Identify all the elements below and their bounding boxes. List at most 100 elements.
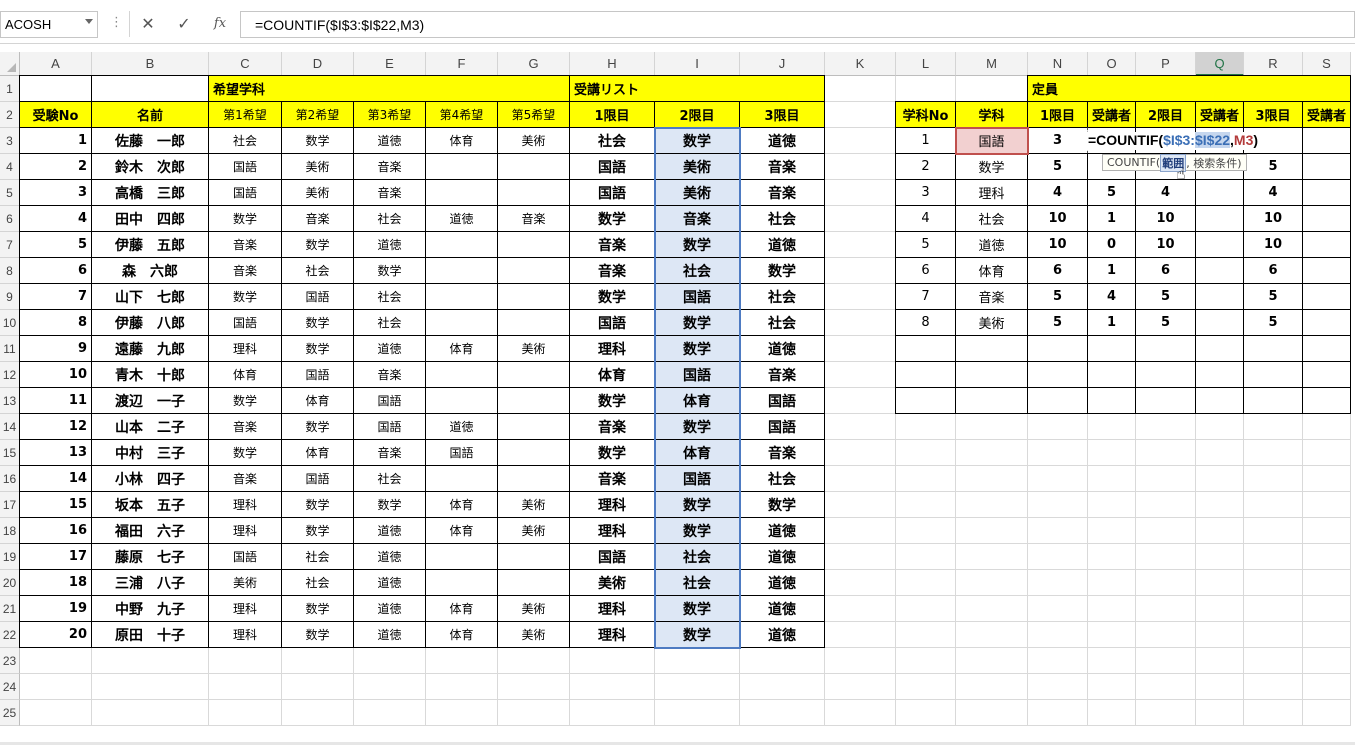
grid-cell[interactable] <box>570 700 655 726</box>
table1-cell[interactable]: 体育 <box>569 361 655 388</box>
table1-cell[interactable]: 社会 <box>208 127 282 154</box>
table2-cell[interactable] <box>1195 205 1244 232</box>
table1-cell[interactable]: 数学 <box>739 491 825 518</box>
grid-cell[interactable] <box>896 76 956 102</box>
grid-cell[interactable] <box>825 362 896 388</box>
table1-cell[interactable]: 小林 四子 <box>91 465 209 492</box>
table2-column-header[interactable]: 2限目 <box>1135 101 1196 128</box>
grid-cell[interactable] <box>1244 674 1303 700</box>
grid-cell[interactable] <box>1028 622 1088 648</box>
grid-cell[interactable] <box>426 648 498 674</box>
table2-cell[interactable]: 理科 <box>955 179 1028 206</box>
grid-cell[interactable] <box>825 180 896 206</box>
table1-cell[interactable]: 体育 <box>425 595 498 622</box>
grid-cell[interactable] <box>825 414 896 440</box>
table1-cell[interactable]: 8 <box>19 309 92 336</box>
table1-cell[interactable]: 社会 <box>739 465 825 492</box>
grid-cell[interactable] <box>1136 700 1196 726</box>
row-header-23[interactable]: 23 <box>0 648 20 674</box>
grid-cell[interactable] <box>1303 518 1351 544</box>
grid-cell[interactable] <box>1028 466 1088 492</box>
table1-cell[interactable] <box>425 361 498 388</box>
grid-cell[interactable] <box>1136 596 1196 622</box>
table1-cell[interactable]: 3 <box>19 179 92 206</box>
grid-cell[interactable] <box>1244 596 1303 622</box>
table1-cell[interactable]: 9 <box>19 335 92 362</box>
table2-column-header[interactable]: 受講者 <box>1302 101 1351 128</box>
table2-empty-cell[interactable] <box>1243 335 1303 362</box>
table1-cell[interactable]: 山本 二子 <box>91 413 209 440</box>
table1-cell[interactable]: 国語 <box>208 153 282 180</box>
table2-cell[interactable]: 5 <box>895 231 956 258</box>
table2-cell[interactable]: 4 <box>1243 179 1303 206</box>
row-header-9[interactable]: 9 <box>0 284 20 310</box>
table1-cell[interactable]: 美術 <box>569 569 655 596</box>
table1-cell[interactable]: 森 六郎 <box>91 257 209 284</box>
grid-cell[interactable] <box>896 570 956 596</box>
table1-cell[interactable]: 美術 <box>208 569 282 596</box>
grid-cell[interactable] <box>498 648 570 674</box>
table1-cell[interactable]: 道徳 <box>425 413 498 440</box>
table2-empty-cell[interactable] <box>1195 361 1244 388</box>
table2-cell[interactable]: 道徳 <box>955 231 1028 258</box>
table1-cell[interactable]: 道徳 <box>739 621 825 648</box>
grid-cell[interactable] <box>1196 492 1244 518</box>
table1-cell[interactable]: 数学 <box>281 621 354 648</box>
grid-cell[interactable] <box>655 674 740 700</box>
table2-cell[interactable]: 4 <box>1135 179 1196 206</box>
row-header-21[interactable]: 21 <box>0 596 20 622</box>
grid-cell[interactable] <box>1088 596 1136 622</box>
table1-cell[interactable] <box>497 569 570 596</box>
table2-empty-cell[interactable] <box>1195 335 1244 362</box>
table1-cell[interactable]: 19 <box>19 595 92 622</box>
grid-cell[interactable] <box>825 622 896 648</box>
table1-cell[interactable]: 道徳 <box>739 231 825 258</box>
grid-cell[interactable] <box>1136 570 1196 596</box>
grid-cell[interactable] <box>825 310 896 336</box>
table1-cell[interactable]: 音楽 <box>353 153 426 180</box>
table1-cell[interactable]: 藤原 七子 <box>91 543 209 570</box>
grid-cell[interactable] <box>896 518 956 544</box>
column-header-g[interactable]: G <box>498 52 570 76</box>
cancel-icon[interactable]: ✕ <box>134 12 162 36</box>
table1-cell[interactable]: 1 <box>19 127 92 154</box>
table1-cell[interactable]: 数学 <box>353 491 426 518</box>
table2-empty-cell[interactable] <box>1027 335 1088 362</box>
table2-cell[interactable]: 1 <box>1087 309 1136 336</box>
table2-empty-cell[interactable] <box>1087 335 1136 362</box>
grid-cell[interactable] <box>1028 596 1088 622</box>
grid-cell[interactable] <box>896 492 956 518</box>
table1-cell[interactable]: 国語 <box>353 413 426 440</box>
table1-cell[interactable]: 道徳 <box>353 517 426 544</box>
table1-cell[interactable] <box>497 153 570 180</box>
grid-cell[interactable] <box>1028 674 1088 700</box>
grid-cell[interactable] <box>956 622 1028 648</box>
table1-cell[interactable] <box>497 387 570 414</box>
grid-cell[interactable] <box>1303 596 1351 622</box>
table1-cell[interactable] <box>425 153 498 180</box>
table1-cell[interactable]: 道徳 <box>739 335 825 362</box>
table2-cell[interactable]: 0 <box>1087 231 1136 258</box>
table2-column-header[interactable]: 学科 <box>955 101 1028 128</box>
table1-cell[interactable]: 数学 <box>654 335 740 362</box>
table2-empty-cell[interactable] <box>955 361 1028 388</box>
table2-cell[interactable] <box>1195 257 1244 284</box>
table1-cell[interactable] <box>497 309 570 336</box>
grid-cell[interactable] <box>1136 466 1196 492</box>
grid-cell[interactable] <box>740 648 825 674</box>
grid-cell[interactable] <box>1303 674 1351 700</box>
grid-cell[interactable] <box>92 700 209 726</box>
table1-cell[interactable] <box>425 387 498 414</box>
table1-cell[interactable]: 体育 <box>281 387 354 414</box>
table1-cell[interactable]: 20 <box>19 621 92 648</box>
table1-column-header[interactable]: 名前 <box>91 101 209 128</box>
table1-cell[interactable]: 数学 <box>654 621 740 648</box>
grid-cell[interactable] <box>896 466 956 492</box>
column-header-d[interactable]: D <box>282 52 354 76</box>
table1-cell[interactable]: 体育 <box>281 439 354 466</box>
table1-cell[interactable] <box>497 257 570 284</box>
grid-cell[interactable] <box>1136 544 1196 570</box>
table1-cell[interactable]: 福田 六子 <box>91 517 209 544</box>
table1-cell[interactable]: 理科 <box>208 595 282 622</box>
table1-cell[interactable]: 数学 <box>281 309 354 336</box>
